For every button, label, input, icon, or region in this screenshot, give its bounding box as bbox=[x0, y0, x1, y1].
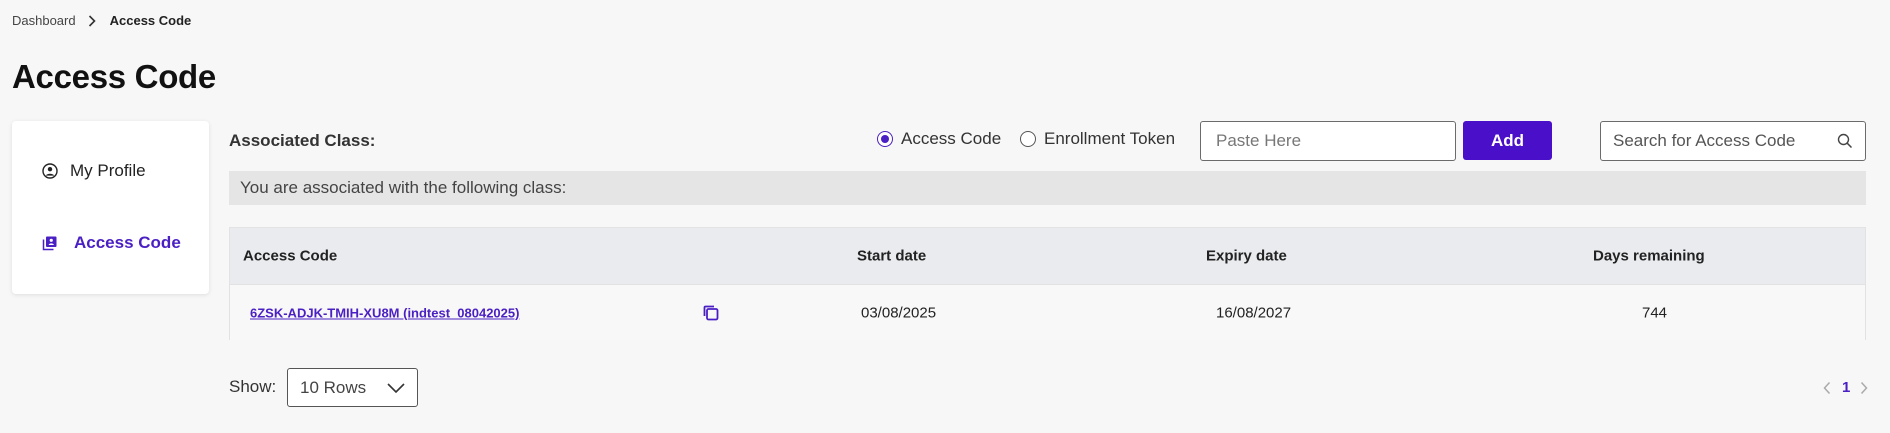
access-card-icon bbox=[42, 235, 58, 251]
sidebar-item-label: Access Code bbox=[74, 233, 181, 252]
radio-label: Enrollment Token bbox=[1044, 129, 1176, 148]
breadcrumb-current: Access Code bbox=[109, 13, 192, 28]
association-info-text: You are associated with the following cl… bbox=[240, 178, 567, 197]
sidebar: My Profile Access Code bbox=[12, 121, 209, 294]
table-header: Access Code Start date Expiry date Days … bbox=[230, 228, 1865, 284]
breadcrumb-dashboard-link[interactable]: Dashboard bbox=[12, 13, 76, 28]
access-code-link[interactable]: 6ZSK-ADJK-TMIH-XU8M (indtest_08042025) bbox=[250, 305, 519, 320]
breadcrumb: Dashboard Access Code bbox=[12, 13, 191, 28]
page-number-current[interactable]: 1 bbox=[1842, 379, 1850, 396]
add-button[interactable]: Add bbox=[1463, 121, 1552, 160]
column-header-access-code: Access Code bbox=[243, 247, 338, 265]
next-page-icon[interactable] bbox=[1859, 381, 1869, 395]
page-title: Access Code bbox=[12, 58, 216, 95]
column-header-start-date: Start date bbox=[857, 247, 927, 265]
radio-access-code[interactable]: Access Code bbox=[877, 129, 1001, 149]
radio-enrollment-token[interactable]: Enrollment Token bbox=[1020, 129, 1175, 149]
column-header-days-remaining: Days remaining bbox=[1593, 247, 1705, 265]
user-circle-icon bbox=[42, 163, 58, 179]
expiry-date-cell: 16/08/2027 bbox=[1216, 304, 1292, 321]
sidebar-item-access-code[interactable]: Access Code bbox=[42, 233, 181, 253]
associated-class-label: Associated Class: bbox=[229, 131, 376, 150]
chevron-right-icon bbox=[88, 14, 96, 27]
rows-per-page-select[interactable]: 10 Rows bbox=[287, 368, 418, 407]
radio-unselected-icon bbox=[1020, 131, 1036, 147]
search-input[interactable] bbox=[1601, 131, 1837, 151]
radio-selected-icon bbox=[877, 131, 893, 147]
radio-label: Access Code bbox=[901, 129, 1002, 148]
copy-icon[interactable] bbox=[702, 304, 720, 322]
sidebar-item-my-profile[interactable]: My Profile bbox=[42, 161, 146, 181]
show-rows-label: Show: bbox=[229, 377, 277, 396]
sidebar-item-label: My Profile bbox=[70, 161, 146, 180]
days-remaining-cell: 744 bbox=[1642, 304, 1668, 321]
start-date-cell: 03/08/2025 bbox=[861, 304, 937, 321]
chevron-down-icon bbox=[387, 382, 405, 393]
table-row: 6ZSK-ADJK-TMIH-XU8M (indtest_08042025) 0… bbox=[230, 284, 1865, 340]
access-code-table: Access Code Start date Expiry date Days … bbox=[229, 227, 1866, 340]
pagination: 1 bbox=[1822, 379, 1869, 396]
search-icon[interactable] bbox=[1837, 133, 1853, 149]
paste-code-input[interactable] bbox=[1200, 121, 1456, 161]
association-info-bar: You are associated with the following cl… bbox=[229, 171, 1866, 205]
column-header-expiry-date: Expiry date bbox=[1206, 247, 1287, 265]
search-box bbox=[1600, 121, 1866, 161]
rows-per-page-value: 10 Rows bbox=[300, 377, 367, 397]
prev-page-icon[interactable] bbox=[1822, 381, 1832, 395]
